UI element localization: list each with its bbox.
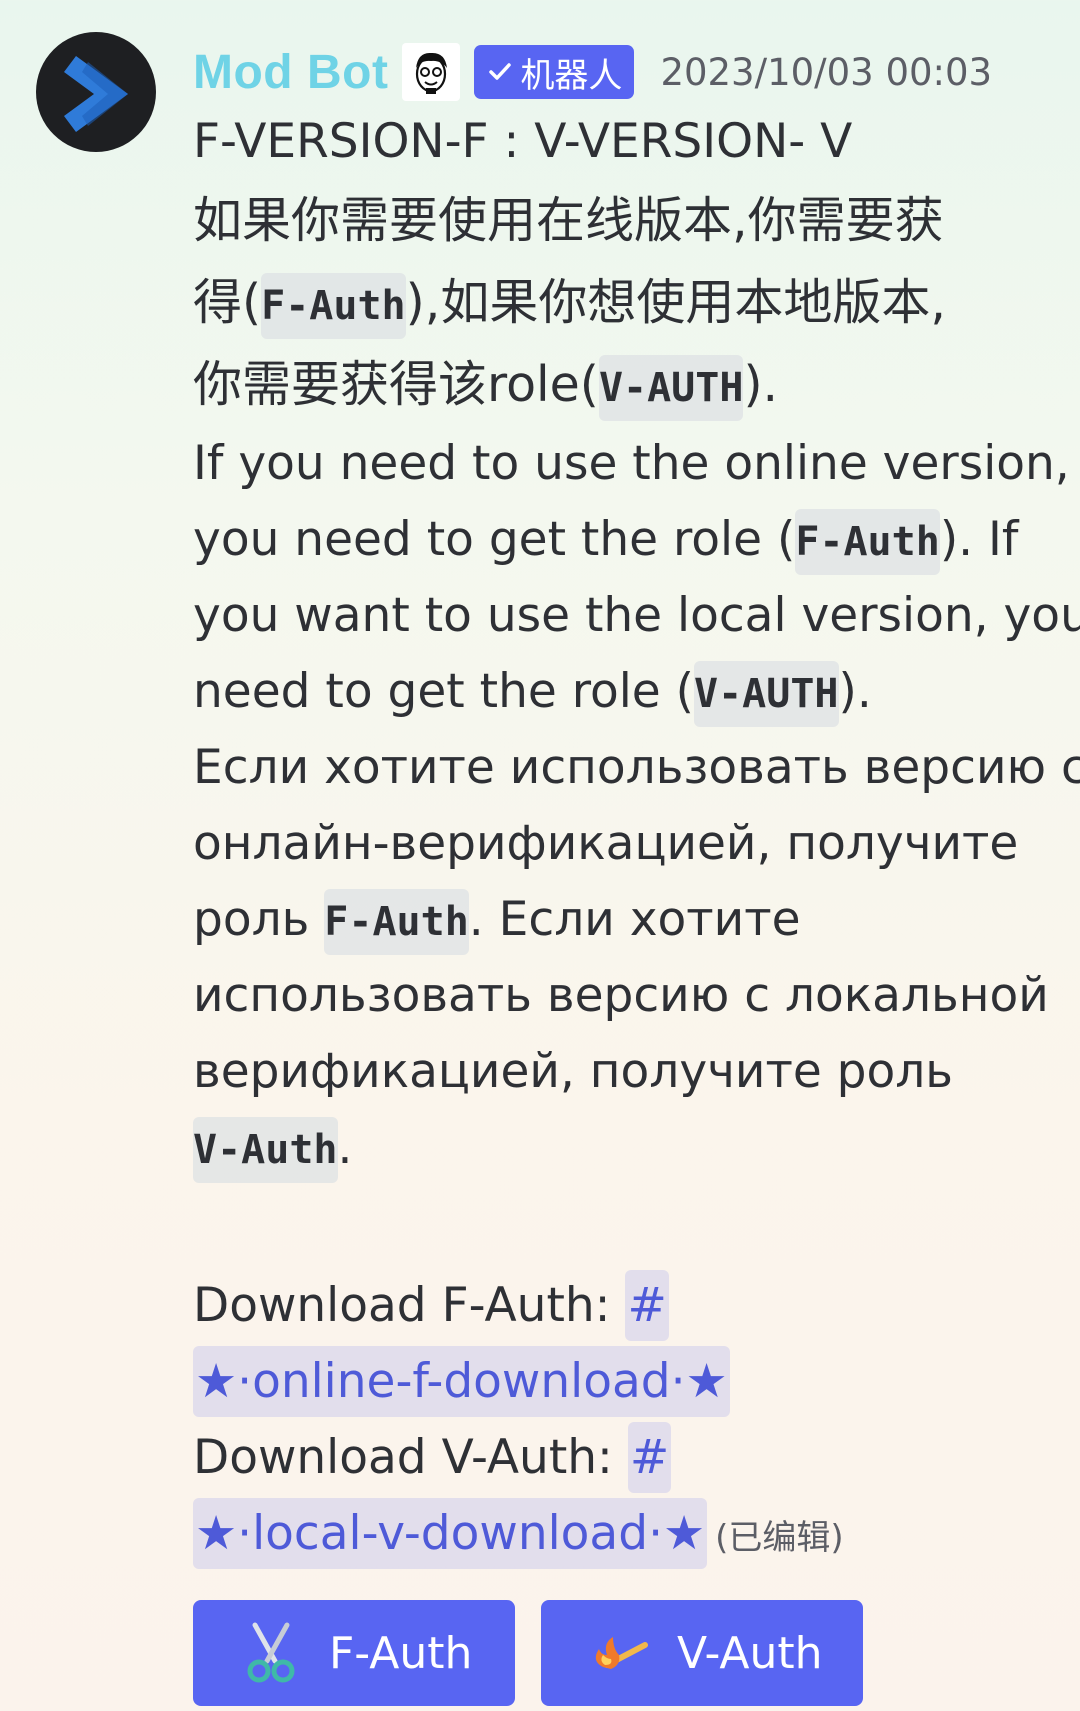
- match-icon: [587, 1621, 651, 1685]
- role-buttons: F-Auth V-Auth: [193, 1600, 889, 1706]
- inline-code: V-AUTH: [694, 661, 839, 727]
- ru-line-4: использовать версию с локальной: [193, 968, 1049, 1023]
- inline-code: F-Auth: [324, 889, 469, 955]
- avatar-logo-icon: [64, 56, 128, 132]
- cn-line-2: 得(F-Auth),如果你想使用本地版本,: [193, 262, 1063, 344]
- inline-code: V-Auth: [193, 1117, 338, 1183]
- scissors-icon: [239, 1621, 303, 1685]
- f-auth-button-label: F-Auth: [329, 1627, 473, 1679]
- timestamp[interactable]: 2023/10/03 00:03: [660, 51, 992, 94]
- ru-line-2: онлайн-верификацией, получите: [193, 816, 1019, 871]
- version-line: F-VERSION-F : V-VERSION- V: [193, 114, 853, 169]
- download-v-channel-line: ★·local-v-download·★ (已编辑): [193, 1496, 1063, 1572]
- ru-line-1: Если хотите использовать версию с: [193, 740, 1080, 795]
- en-line-4: need to get the role (V-AUTH).: [193, 654, 1063, 730]
- download-v-line: Download V-Auth: #: [193, 1420, 1063, 1496]
- ru-line-6: V-Auth.: [193, 1110, 1063, 1186]
- channel-hash-icon[interactable]: #: [627, 1422, 672, 1493]
- ru-line-3: роль F-Auth. Если хотите: [193, 882, 1063, 958]
- en-line-2: you need to get the role (F-Auth). If: [193, 502, 1063, 578]
- download-f-line: Download F-Auth: #: [193, 1268, 1063, 1344]
- download-f-channel-line: ★·online-f-download·★: [193, 1344, 1063, 1420]
- inline-code: F-Auth: [795, 509, 940, 575]
- edited-label: (已编辑): [715, 1518, 844, 1558]
- username[interactable]: Mod Bot: [193, 45, 388, 100]
- inline-code: V-AUTH: [598, 355, 744, 421]
- ru-line-5: верификацией, получите роль: [193, 1044, 954, 1099]
- cn-line-1: 如果你需要使用在线版本,你需要获: [193, 192, 944, 249]
- bot-tag-label: 机器人: [520, 55, 623, 96]
- message-header: Mod Bot 机器人 2023/10/03 00:03: [193, 40, 992, 104]
- f-auth-button[interactable]: F-Auth: [193, 1600, 515, 1706]
- inline-code: F-Auth: [261, 273, 406, 339]
- checkmark-icon: [489, 63, 512, 80]
- en-line-1: If you need to use the online version,: [193, 436, 1070, 491]
- channel-link-online-f-download[interactable]: ★·online-f-download·★: [193, 1346, 730, 1417]
- cartoon-face-emoji-icon[interactable]: [402, 43, 461, 101]
- message-content: F-VERSION-F : V-VERSION- V 如果你需要使用在线版本,你…: [193, 104, 1080, 1572]
- channel-link-local-v-download[interactable]: ★·local-v-download·★: [193, 1498, 708, 1569]
- avatar[interactable]: [36, 32, 156, 152]
- v-auth-button[interactable]: V-Auth: [541, 1600, 863, 1706]
- bot-tag: 机器人: [474, 45, 635, 99]
- channel-hash-icon[interactable]: #: [625, 1270, 669, 1341]
- en-line-3: you want to use the local version, you: [193, 588, 1080, 643]
- v-auth-button-label: V-Auth: [677, 1627, 823, 1679]
- cn-line-3: 你需要获得该role(V-AUTH).: [193, 344, 1063, 426]
